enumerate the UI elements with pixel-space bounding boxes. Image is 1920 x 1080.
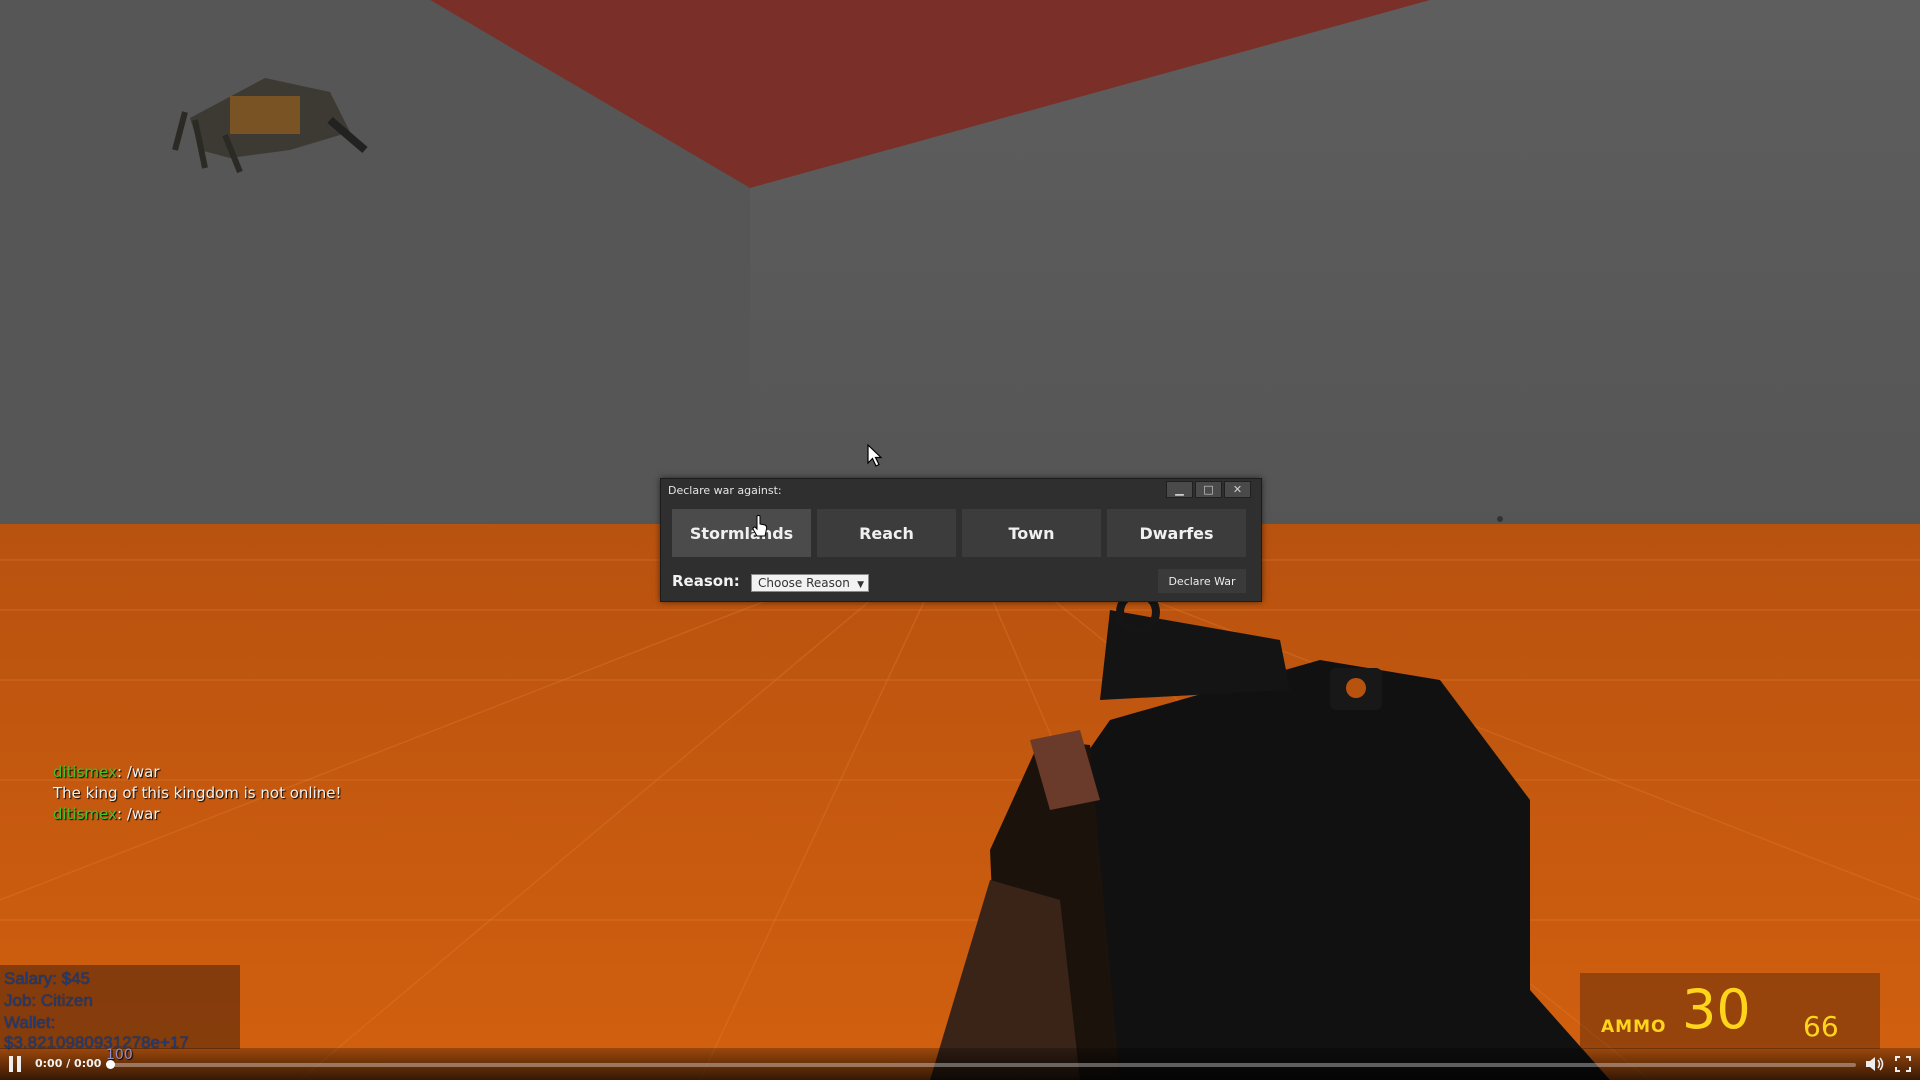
mouse-cursor-icon xyxy=(867,444,883,467)
progress-handle[interactable] xyxy=(106,1060,115,1069)
player-info-panel: Salary: $45 Job: Citizen Wallet: $3.8210… xyxy=(0,965,240,1052)
reason-selected-value: Choose Reason xyxy=(758,576,850,590)
pause-icon[interactable] xyxy=(9,1056,23,1072)
chat-player-name: ditismex xyxy=(53,805,118,823)
chat-box: ditismex: /war The king of this kingdom … xyxy=(53,762,342,825)
progress-bar[interactable] xyxy=(108,1063,1856,1067)
minimize-icon[interactable]: ▁ xyxy=(1166,481,1193,498)
kingdom-button-dwarfes[interactable]: Dwarfes xyxy=(1107,509,1246,557)
chat-line: ditismex: /war xyxy=(53,804,342,825)
chevron-down-icon: ▼ xyxy=(857,580,864,590)
kingdom-button-town[interactable]: Town xyxy=(962,509,1101,557)
ammo-reserve-count: 66 xyxy=(1803,1010,1839,1043)
job-text: Job: Citizen xyxy=(4,991,93,1010)
ammo-clip-count: 30 xyxy=(1682,978,1751,1041)
game-viewport: Declare war against: ▁ □ ✕ Stormlands Re… xyxy=(0,0,1920,1080)
salary-text: Salary: $45 xyxy=(4,969,90,988)
chat-message: The king of this kingdom is not online! xyxy=(53,784,342,802)
hand-cursor-icon xyxy=(752,515,768,537)
reason-label: Reason: xyxy=(672,572,740,590)
ammo-label: AMMO xyxy=(1601,1017,1667,1037)
volume-icon[interactable] xyxy=(1865,1056,1885,1072)
declare-war-button[interactable]: Declare War xyxy=(1158,569,1246,593)
declare-war-dialog: Declare war against: ▁ □ ✕ Stormlands Re… xyxy=(660,478,1262,602)
close-icon[interactable]: ✕ xyxy=(1224,481,1251,498)
chat-player-name: ditismex xyxy=(53,763,118,781)
chat-message: : /war xyxy=(117,763,160,781)
video-control-bar: 0:00 / 0:00 100 xyxy=(0,1047,1920,1080)
reason-dropdown[interactable]: Choose Reason ▼ xyxy=(751,574,869,592)
chat-line: The king of this kingdom is not online! xyxy=(53,783,342,804)
kingdom-button-stormlands[interactable]: Stormlands xyxy=(672,509,811,557)
fullscreen-icon[interactable] xyxy=(1895,1056,1911,1072)
dialog-title: Declare war against: xyxy=(668,484,782,497)
time-display: 0:00 / 0:00 xyxy=(35,1057,102,1070)
maximize-icon[interactable]: □ xyxy=(1195,481,1222,498)
chat-message: : /war xyxy=(117,805,160,823)
chat-line: ditismex: /war xyxy=(53,762,342,783)
ammo-panel: AMMO 30 66 xyxy=(1580,973,1880,1049)
kingdom-button-reach[interactable]: Reach xyxy=(817,509,956,557)
